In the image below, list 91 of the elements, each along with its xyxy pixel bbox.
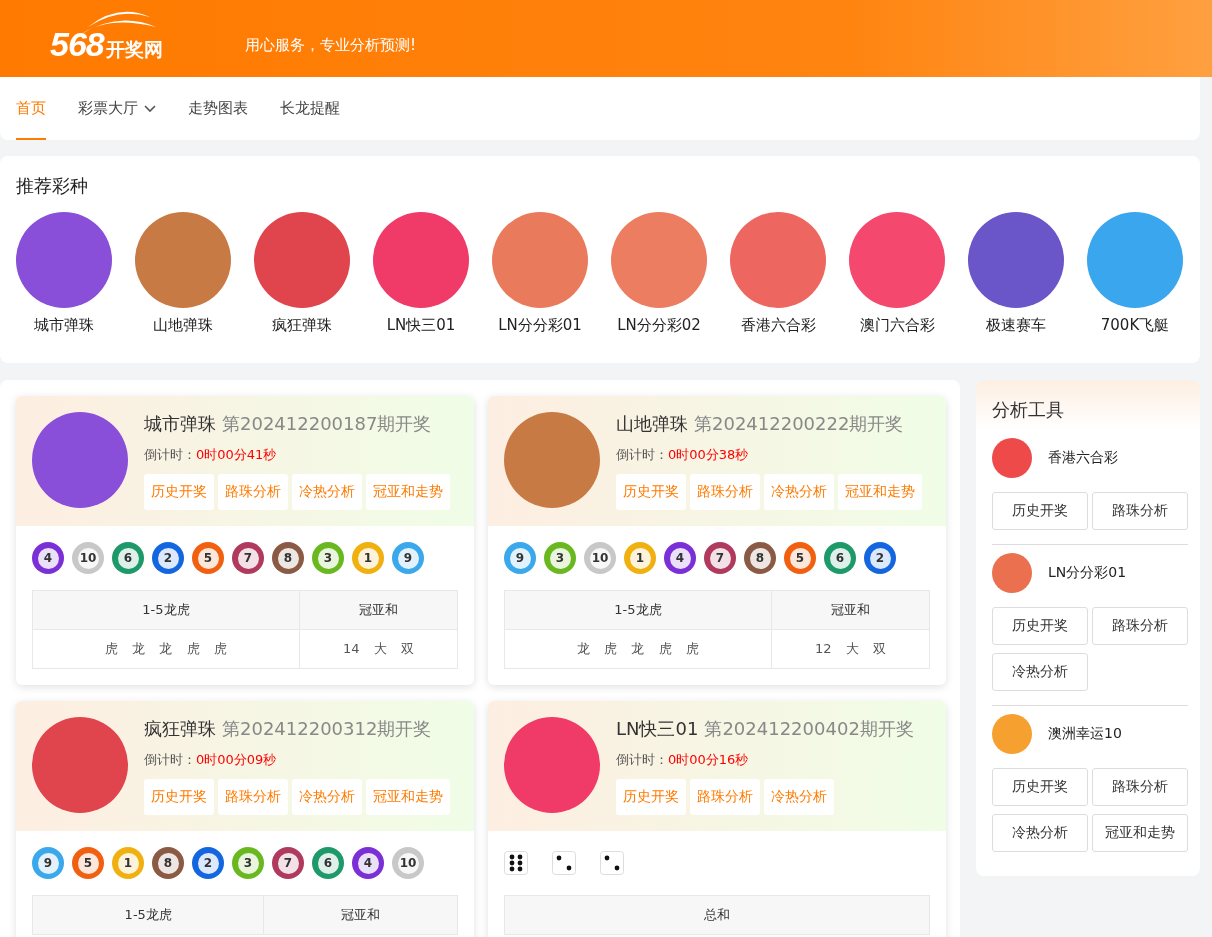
lottery-ball: 9: [32, 847, 64, 879]
countdown-time: 0时00分41秒: [196, 447, 277, 462]
chevron-down-icon: [144, 104, 156, 113]
section-title: 推荐彩种: [16, 174, 89, 198]
game-name: LN快三01: [616, 717, 699, 741]
lottery-ball: 4: [352, 847, 384, 879]
tool-button[interactable]: 冠亚和走势: [1092, 814, 1188, 852]
lottery-ball: 6: [112, 542, 144, 574]
lottery-ball: 3: [232, 847, 264, 879]
tool-button[interactable]: 历史开奖: [992, 607, 1088, 645]
table-cell: 12 大 双: [771, 629, 930, 669]
lottery-name[interactable]: 香港六合彩: [740, 316, 816, 335]
table-cell: 14 大 双: [299, 629, 458, 669]
lottery-ball: 1: [112, 847, 144, 879]
game-name: 疯狂弹珠: [144, 717, 216, 741]
lottery-ball: 9: [392, 542, 424, 574]
lottery-ball: 1: [352, 542, 384, 574]
tool-button[interactable]: 路珠分析: [1092, 768, 1188, 806]
countdown-label: 倒计时：: [616, 447, 668, 462]
lottery-logo-icon[interactable]: [992, 438, 1032, 478]
draw-period: 第202412200402期开奖: [704, 717, 914, 741]
tool-button[interactable]: 历史开奖: [992, 492, 1088, 530]
lottery-ball: 9: [504, 542, 536, 574]
lottery-name[interactable]: 澳门六合彩: [859, 316, 935, 335]
lottery-ball: 8: [152, 847, 184, 879]
lottery-name[interactable]: 疯狂弹珠: [272, 316, 332, 335]
tool-button[interactable]: 路珠分析: [1092, 607, 1188, 645]
lottery-ball: 1: [624, 542, 656, 574]
draw-period: 第202412200187期开奖: [222, 412, 432, 436]
tool-button[interactable]: 冷热分析: [992, 653, 1088, 691]
lottery-ball: 2: [864, 542, 896, 574]
lottery-name[interactable]: LN分分彩02: [617, 316, 701, 335]
tool-button[interactable]: 历史开奖: [992, 768, 1088, 806]
site-tagline: 用心服务，专业分析预测!: [245, 36, 416, 55]
lottery-ball: 4: [32, 542, 64, 574]
tool-button[interactable]: 冷热分析: [992, 814, 1088, 852]
lottery-ball: 2: [192, 847, 224, 879]
draw-period: 第202412200312期开奖: [222, 717, 432, 741]
lottery-ball: 7: [232, 542, 264, 574]
countdown-label: 倒计时：: [616, 752, 668, 767]
lottery-ball: 10: [392, 847, 424, 879]
lottery-name[interactable]: 700K飞艇: [1100, 316, 1170, 335]
table-header: 总和: [504, 895, 930, 935]
lottery-ball: 10: [72, 542, 104, 574]
lottery-ball: 4: [664, 542, 696, 574]
lottery-name[interactable]: LN快三01: [386, 316, 456, 335]
countdown-time: 0时00分16秒: [668, 752, 749, 767]
lottery-ball: 5: [192, 542, 224, 574]
table-header: 1-5龙虎: [32, 895, 264, 935]
tool-button[interactable]: 路珠分析: [1092, 492, 1188, 530]
nav-tab[interactable]: 长龙提醒: [280, 77, 340, 140]
game-name: 城市弹珠: [144, 412, 216, 436]
lottery-ball: 10: [584, 542, 616, 574]
countdown-label: 倒计时：: [144, 447, 196, 462]
lottery-ball: 5: [784, 542, 816, 574]
draw-period: 第202412200222期开奖: [694, 412, 904, 436]
lottery-name[interactable]: 山地弹珠: [153, 316, 213, 335]
nav-tab[interactable]: 走势图表: [188, 77, 248, 140]
nav-tab[interactable]: 彩票大厅: [78, 77, 156, 140]
lottery-name[interactable]: 城市弹珠: [34, 316, 94, 335]
lottery-ball: 8: [744, 542, 776, 574]
lottery-logo-icon[interactable]: [992, 553, 1032, 593]
table-header: 冠亚和: [771, 590, 930, 630]
lottery-name[interactable]: 极速赛车: [986, 316, 1046, 335]
lottery-ball: 5: [72, 847, 104, 879]
lottery-ball: 7: [704, 542, 736, 574]
table-header: 冠亚和: [263, 895, 458, 935]
table-header: 1-5龙虎: [504, 590, 772, 630]
die-icon: [504, 851, 528, 875]
lottery-ball: 3: [312, 542, 344, 574]
lottery-ball: 6: [312, 847, 344, 879]
lottery-name[interactable]: LN分分彩01: [498, 316, 582, 335]
lottery-name: 澳洲幸运10: [1048, 725, 1122, 743]
table-header: 冠亚和: [299, 590, 458, 630]
table-cell: 虎 龙 龙 虎 虎: [32, 629, 300, 669]
lottery-ball: 3: [544, 542, 576, 574]
sidebar-title: 分析工具: [992, 398, 1065, 422]
table-cell: 龙 虎 龙 虎 虎: [504, 629, 772, 669]
game-name: 山地弹珠: [616, 412, 688, 436]
die-icon: [600, 851, 624, 875]
lottery-name: 香港六合彩: [1048, 449, 1118, 467]
lottery-ball: 6: [824, 542, 856, 574]
lottery-ball: 7: [272, 847, 304, 879]
lottery-ball: 2: [152, 542, 184, 574]
countdown-time: 0时00分38秒: [668, 447, 749, 462]
countdown-label: 倒计时：: [144, 752, 196, 767]
table-header: 1-5龙虎: [32, 590, 300, 630]
countdown-time: 0时00分09秒: [196, 752, 277, 767]
lottery-ball: 8: [272, 542, 304, 574]
lottery-name: LN分分彩01: [1048, 564, 1127, 582]
die-icon: [552, 851, 576, 875]
